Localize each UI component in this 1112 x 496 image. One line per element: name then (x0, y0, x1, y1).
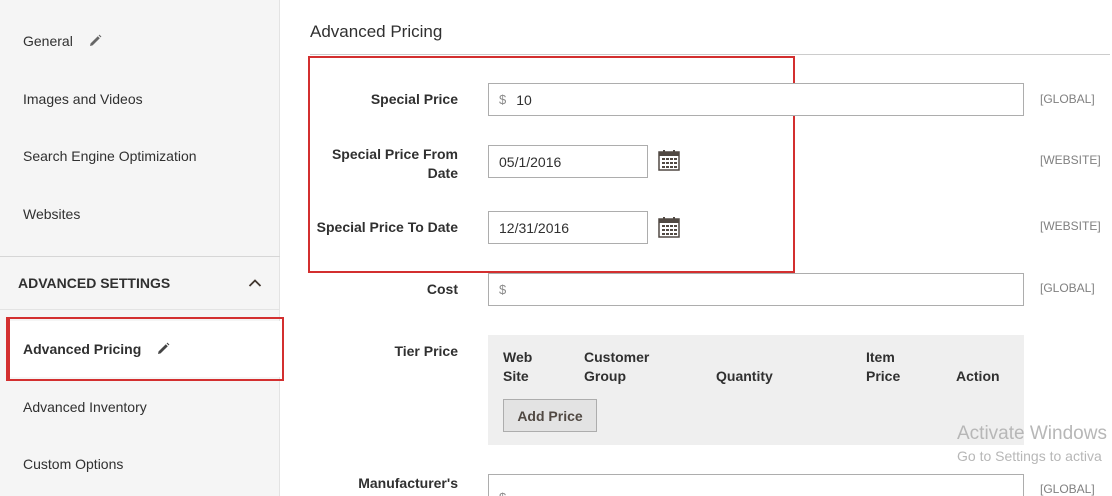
column-header-customer-group: Customer Group (584, 348, 649, 386)
sidebar-item-label: Advanced Inventory (23, 399, 147, 415)
special-price-label: Special Price (370, 91, 458, 107)
header-line: Web (503, 349, 533, 365)
from-date-value: 05/1/2016 (499, 153, 562, 170)
scope-label: [GLOBAL] (1040, 482, 1095, 496)
sidebar: General Images and Videos Search Engine … (0, 0, 282, 496)
page-title: Advanced Pricing (310, 22, 443, 41)
calendar-icon[interactable] (658, 149, 680, 171)
msrp-label: Manufacturer's (358, 475, 458, 491)
sidebar-item-websites[interactable]: Websites (0, 186, 280, 242)
currency-symbol: $ (499, 490, 506, 496)
scope-label: [GLOBAL] (1040, 281, 1095, 295)
sidebar-item-label: Search Engine Optimization (23, 148, 197, 164)
sidebar-item-advanced-inventory[interactable]: Advanced Inventory (0, 379, 280, 435)
pencil-icon (87, 33, 103, 49)
special-price-value: 10 (516, 91, 532, 108)
section-title: ADVANCED SETTINGS (18, 275, 171, 291)
sidebar-item-label: Websites (23, 206, 81, 222)
column-header-quantity: Quantity (716, 368, 773, 384)
header-line: Group (584, 368, 626, 384)
sidebar-item-label: Custom Options (23, 456, 124, 472)
sidebar-item-label: General (23, 33, 73, 49)
scope-label: [WEBSITE] (1040, 153, 1101, 167)
sidebar-item-custom-options[interactable]: Custom Options (0, 436, 280, 492)
to-date-input[interactable]: 12/31/2016 (488, 211, 648, 244)
special-price-input[interactable]: $ 10 (488, 83, 1024, 116)
activation-watermark-title: Activate Windows (957, 423, 1107, 444)
header-line: Site (503, 368, 529, 384)
title-divider (310, 54, 1110, 55)
calendar-icon[interactable] (658, 216, 680, 238)
currency-symbol: $ (499, 282, 507, 297)
from-date-label: Special Price From Date (310, 145, 458, 183)
column-header-website: Web Site (503, 348, 532, 386)
sidebar-item-label: Images and Videos (23, 91, 143, 107)
tier-price-label: Tier Price (394, 343, 458, 359)
header-line: Item (866, 349, 895, 365)
sidebar-item-seo[interactable]: Search Engine Optimization (0, 128, 280, 184)
chevron-up-icon (248, 275, 262, 291)
column-header-item-price: Item Price (866, 348, 900, 386)
to-date-label: Special Price To Date (316, 219, 458, 235)
column-header-action: Action (956, 368, 1000, 384)
cost-input[interactable]: $ (488, 273, 1024, 306)
sidebar-item-images-videos[interactable]: Images and Videos (0, 71, 280, 127)
advanced-settings-section-toggle[interactable]: ADVANCED SETTINGS (0, 256, 280, 310)
from-date-label-line2: Date (427, 165, 458, 181)
activation-watermark-subtitle: Go to Settings to activa (957, 448, 1102, 464)
msrp-input[interactable]: $ (488, 474, 1024, 496)
scope-label: [WEBSITE] (1040, 219, 1101, 233)
from-date-input[interactable]: 05/1/2016 (488, 145, 648, 178)
header-line: Price (866, 368, 901, 384)
to-date-value: 12/31/2016 (499, 219, 570, 236)
from-date-label-line1: Special Price From (331, 146, 458, 162)
cost-label: Cost (426, 281, 458, 297)
sidebar-item-general[interactable]: General (0, 13, 280, 69)
scope-label: [GLOBAL] (1040, 92, 1095, 106)
add-price-button[interactable]: Add Price (503, 399, 597, 432)
active-item-highlight (6, 317, 284, 381)
header-line: Customer (584, 349, 650, 365)
currency-symbol: $ (499, 92, 507, 107)
